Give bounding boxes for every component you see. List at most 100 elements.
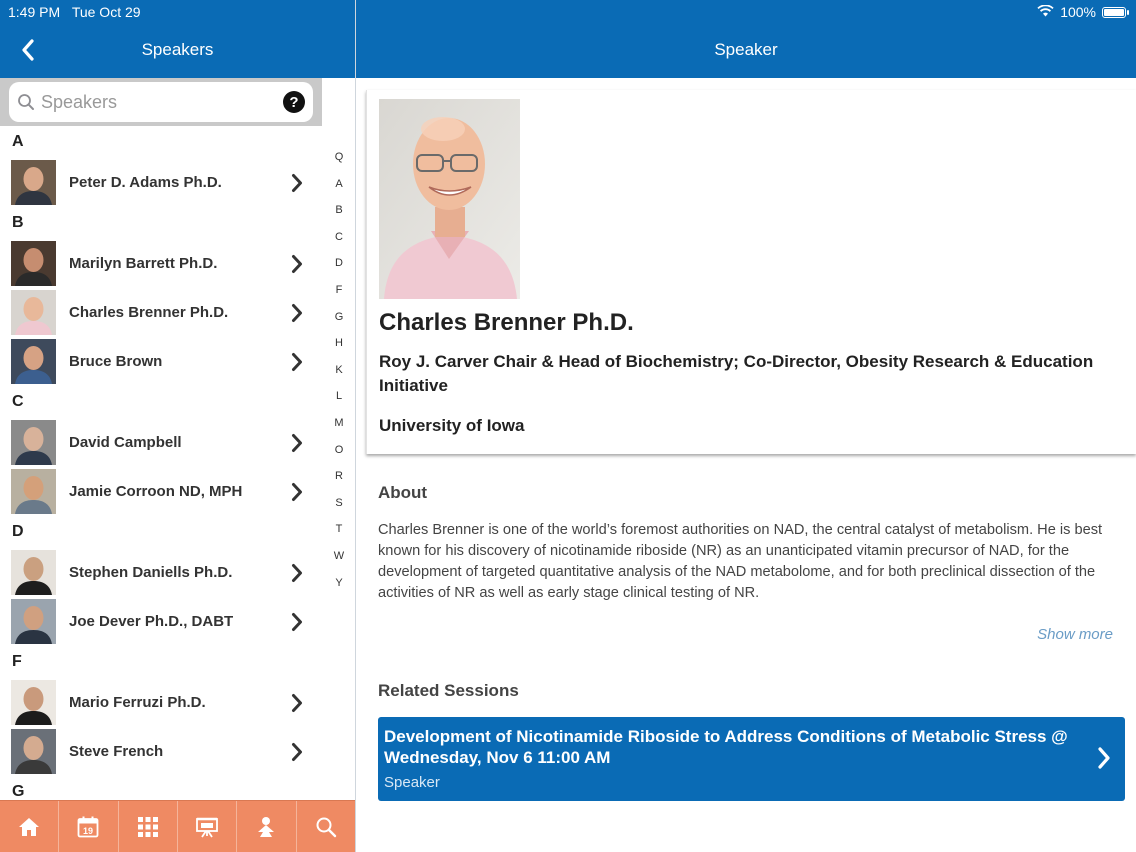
speaker-row[interactable]: Charles Brenner Ph.D.	[0, 288, 322, 337]
index-letter[interactable]: S	[326, 490, 352, 517]
chevron-right-icon	[288, 742, 306, 762]
speaker-row[interactable]: Steve French	[0, 727, 322, 776]
section-header: A	[12, 133, 24, 150]
speaker-row[interactable]: Joe Dever Ph.D., DABT	[0, 597, 322, 646]
speaker-name: Peter D. Adams Ph.D.	[69, 174, 222, 191]
speaker-name: Marilyn Barrett Ph.D.	[69, 255, 218, 272]
speaker-row[interactable]: Mario Ferruzi Ph.D.	[0, 678, 322, 727]
chevron-right-icon	[288, 254, 306, 274]
search-input[interactable]	[41, 91, 283, 113]
section-header: G	[12, 783, 25, 800]
speaker-row[interactable]: Peter D. Adams Ph.D.	[0, 158, 322, 207]
index-letter[interactable]: R	[326, 463, 352, 490]
index-letter[interactable]: B	[326, 197, 352, 224]
chevron-right-icon	[1097, 747, 1111, 774]
tab-bar: 19	[0, 800, 355, 852]
avatar	[11, 420, 56, 465]
speaker-name: Stephen Daniells Ph.D.	[69, 564, 233, 581]
index-letter[interactable]: Q	[326, 144, 352, 171]
related-sessions-header: Related Sessions	[378, 681, 519, 700]
calendar-icon: 19	[78, 816, 99, 837]
speaker-row[interactable]: Marilyn Barrett Ph.D.	[0, 239, 322, 288]
index-letter[interactable]: A	[326, 171, 352, 198]
speaker-nav-title: Speaker	[714, 40, 778, 59]
chevron-right-icon	[288, 433, 306, 453]
speaker-title: Roy J. Carver Chair & Head of Biochemist…	[379, 352, 1094, 395]
avatar	[11, 290, 56, 335]
presentation-icon	[196, 817, 219, 837]
speaker-name: Joe Dever Ph.D., DABT	[69, 613, 234, 630]
session-title: Development of Nicotinamide Riboside to …	[384, 727, 1068, 767]
index-letter[interactable]: Y	[326, 570, 352, 597]
home-icon	[19, 817, 40, 836]
battery-icon	[1102, 6, 1129, 18]
person-icon	[258, 816, 275, 837]
index-letter[interactable]: G	[326, 304, 352, 331]
index-letter[interactable]: L	[326, 383, 352, 410]
speaker-row[interactable]: Jamie Corroon ND, MPH	[0, 467, 322, 516]
status-clock: 1:49 PM	[8, 4, 61, 20]
speaker-row[interactable]: Bruce Brown	[0, 337, 322, 386]
tab-search[interactable]	[297, 801, 355, 852]
chevron-right-icon	[288, 173, 306, 193]
speaker-name: Charles Brenner Ph.D.	[69, 304, 229, 321]
chevron-right-icon	[288, 612, 306, 632]
session-role: Speaker	[384, 774, 440, 791]
avatar	[11, 339, 56, 384]
index-letter[interactable]: T	[326, 516, 352, 543]
avatar	[11, 469, 56, 514]
speaker-organization: University of Iowa	[379, 416, 525, 435]
about-text: Charles Brenner is one of the world’s fo…	[378, 522, 1103, 601]
chevron-right-icon	[288, 563, 306, 583]
chevron-right-icon	[288, 482, 306, 502]
speaker-list-panel: ? A Peter D. Adams Ph.D. B Marilyn Barrett …	[0, 78, 355, 800]
alphabet-index[interactable]: QABCDFGHKLMORSTWY	[326, 144, 352, 596]
index-letter[interactable]: C	[326, 224, 352, 251]
speaker-name: David Campbell	[69, 434, 182, 451]
tab-home[interactable]	[0, 801, 60, 852]
section-header: D	[12, 523, 24, 540]
avatar	[11, 729, 56, 774]
speaker-row[interactable]: David Campbell	[0, 418, 322, 467]
tab-grid[interactable]	[119, 801, 178, 852]
speaker-detail-panel: Charles Brenner Ph.D. Roy J. Carver Chai…	[356, 78, 1136, 852]
session-card[interactable]: Development of Nicotinamide Riboside to …	[378, 717, 1125, 801]
show-more-link[interactable]: Show more	[1037, 626, 1113, 643]
avatar	[11, 241, 56, 286]
index-letter[interactable]: M	[326, 410, 352, 437]
about-header: About	[378, 483, 428, 502]
profile-card: Charles Brenner Ph.D. Roy J. Carver Chai…	[366, 90, 1136, 454]
avatar	[11, 680, 56, 725]
search-bar: ?	[0, 78, 322, 126]
index-letter[interactable]: W	[326, 543, 352, 570]
speaker-name: Steve French	[69, 743, 164, 760]
search-box[interactable]: ?	[9, 82, 313, 122]
index-letter[interactable]: F	[326, 277, 352, 304]
help-icon[interactable]: ?	[283, 91, 305, 113]
tab-schedule[interactable]: 19	[59, 801, 119, 852]
avatar	[11, 550, 56, 595]
index-letter[interactable]: O	[326, 437, 352, 464]
battery-percent: 100%	[1060, 4, 1096, 20]
index-letter[interactable]: D	[326, 250, 352, 277]
status-right: 100%	[1037, 4, 1129, 20]
search-icon	[18, 94, 34, 110]
speaker-row[interactable]: Stephen Daniells Ph.D.	[0, 548, 322, 597]
section-header: C	[12, 393, 24, 410]
tab-speakers[interactable]	[237, 801, 297, 852]
avatar	[11, 599, 56, 644]
index-letter[interactable]: K	[326, 357, 352, 384]
speaker-list: A Peter D. Adams Ph.D. B Marilyn Barrett Ph…	[0, 126, 322, 800]
app-root: 1:49 PM Tue Oct 29 100% Speakers Speaker…	[0, 0, 1136, 852]
tab-sessions[interactable]	[178, 801, 238, 852]
grid-icon	[137, 816, 158, 837]
speaker-name: Jamie Corroon ND, MPH	[69, 483, 243, 500]
index-letter[interactable]: H	[326, 330, 352, 357]
chevron-right-icon	[288, 352, 306, 372]
top-bar: 1:49 PM Tue Oct 29 100% Speakers Speaker	[0, 0, 1136, 78]
wifi-icon	[1037, 4, 1054, 20]
speaker-name: Charles Brenner Ph.D.	[379, 309, 634, 336]
speaker-photo	[379, 99, 520, 299]
status-date: Tue Oct 29	[71, 4, 141, 20]
calendar-day: 19	[83, 826, 93, 836]
